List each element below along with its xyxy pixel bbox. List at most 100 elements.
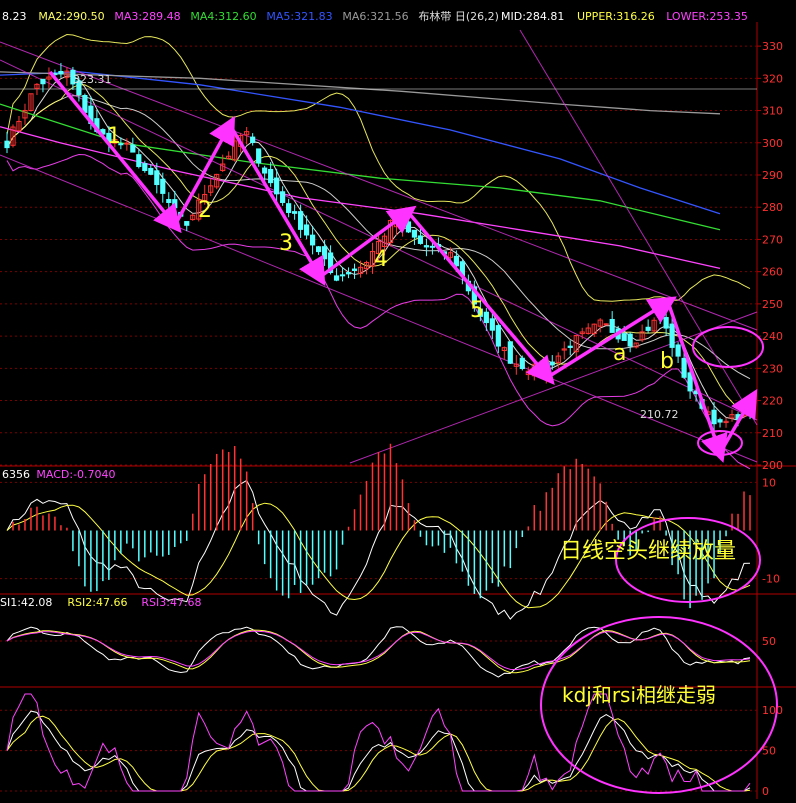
- macd-annotation: 日线空头继续放量: [560, 539, 736, 564]
- kdj-annotation: kdj和rsi相继走弱: [562, 683, 716, 707]
- candle-body: [40, 78, 46, 85]
- price-tick-label: 300: [762, 137, 783, 150]
- wave-label-3: 3: [279, 231, 293, 256]
- candle-body: [4, 140, 10, 149]
- candle-body: [303, 224, 310, 236]
- candle-body: [286, 203, 292, 213]
- candle-body: [345, 272, 352, 275]
- candle-body: [711, 409, 717, 425]
- circle-marker-price: [692, 326, 764, 368]
- labels-layer: 200 210 220 2 3 0 240 250 260 270 280 290 300 310 320 3…: [0, 9, 783, 798]
- candle-body: [423, 245, 430, 248]
- price-tick-label: 280: [762, 201, 783, 214]
- candle-body: [519, 357, 525, 370]
- rsi-header-2: RSI3:47.68: [141, 596, 201, 609]
- high-price-label: 323.31: [73, 73, 112, 86]
- candle-body: [681, 357, 687, 378]
- candle-body: [333, 275, 340, 281]
- low-price-label: 210.72: [640, 408, 679, 421]
- candle-body: [567, 345, 573, 348]
- candle-body: [411, 229, 418, 238]
- price-tick-label: 210: [762, 427, 783, 440]
- candle-body: [268, 168, 274, 184]
- price-tick-label: 320: [762, 72, 783, 85]
- candle-body: [627, 333, 633, 347]
- candle-body: [489, 318, 495, 331]
- header-item-1: MA2:290.50: [38, 10, 104, 23]
- candle-body: [621, 333, 627, 341]
- wave-label-2: 2: [198, 198, 212, 223]
- candle-body: [645, 326, 651, 331]
- price-tick-label: 260: [762, 266, 783, 279]
- candle-body: [675, 344, 681, 357]
- candle-body: [184, 221, 190, 226]
- wave-label-b: b: [660, 349, 674, 374]
- macd-header-0: 6356: [2, 468, 30, 481]
- candle-body: [250, 136, 256, 144]
- candle-body: [663, 317, 669, 329]
- header-item-2: MA3:289.48: [114, 10, 180, 23]
- price-tick-label: 330: [762, 40, 783, 53]
- header-item-5: MA6:321.56: [342, 10, 408, 23]
- stock-chart: 200 210 220 2 3 0 240 250 260 270 280 290 300 310 320 3…: [0, 0, 796, 799]
- candle-body: [154, 170, 160, 186]
- candle-body: [298, 211, 304, 230]
- candle-body: [292, 211, 298, 214]
- candle-body: [495, 325, 501, 347]
- candle-body: [262, 167, 268, 174]
- candle-body: [717, 419, 723, 423]
- candle-body: [417, 235, 424, 244]
- candle-body: [351, 268, 358, 271]
- price-tick-label: 270: [762, 233, 783, 246]
- price-tick-label: 200: [762, 459, 783, 472]
- wave-label-4: 4: [374, 247, 388, 272]
- macd-header-1: MACD:-0.7040: [36, 468, 115, 481]
- header-item-0: 8.23: [2, 10, 27, 23]
- header-item-9: LOWER:253.35: [666, 10, 748, 23]
- header-item-7: MID:284.81: [501, 10, 564, 23]
- candle-body: [136, 154, 142, 167]
- candle-body: [609, 318, 615, 333]
- header-item-4: MA5:321.83: [266, 10, 332, 23]
- candle-body: [166, 199, 172, 203]
- wave-arrow: [666, 301, 728, 463]
- candle-body: [256, 148, 262, 164]
- header-item-6: 布林带 日(26,2): [418, 9, 499, 23]
- wave-arrow: [547, 296, 677, 379]
- header-item-3: MA4:312.60: [190, 10, 256, 23]
- candle-body: [142, 163, 148, 172]
- price-tick-label: 240: [762, 330, 783, 343]
- candle-body: [507, 341, 513, 364]
- kdj-tick-label: 100: [762, 704, 783, 717]
- macd-tick-label: -10: [762, 573, 780, 586]
- wave-label-1: 1: [107, 124, 121, 149]
- candle-body: [58, 70, 64, 75]
- candle-body: [82, 94, 88, 113]
- candle-body: [339, 274, 346, 277]
- kdj-k-line: [6, 710, 751, 792]
- price-tick-label: 290: [762, 169, 783, 182]
- rsi-header-1: RSI2:47.66: [67, 596, 127, 609]
- price-tick-label: 220: [762, 395, 783, 408]
- candle-body: [315, 246, 322, 253]
- candle-body: [309, 234, 316, 246]
- candle-body: [429, 245, 436, 248]
- candle-body: [274, 177, 280, 195]
- rsi-header-0: SI1:42.08: [0, 596, 52, 609]
- candle-body: [549, 361, 555, 366]
- candle-body: [130, 144, 136, 153]
- candle-body: [160, 178, 166, 194]
- kdj-j-line: [6, 693, 751, 792]
- kdj-tick-label: 50: [762, 745, 776, 758]
- price-tick-label: 310: [762, 105, 783, 118]
- price-tick-label: 250: [762, 298, 783, 311]
- wave-label-5: 5: [470, 298, 484, 323]
- candle-body: [405, 221, 412, 233]
- header-item-8: UPPER:316.26: [577, 10, 655, 23]
- chart-svg: 200 210 220 2 3 0 240 250 260 270 280 290 300 310 320 3…: [0, 9, 796, 799]
- candle-body: [124, 142, 130, 145]
- rsi-tick-label: 50: [762, 635, 776, 648]
- wave-label-a: a: [613, 341, 626, 366]
- kdj-tick-label: 0: [762, 785, 769, 798]
- candle-body: [453, 255, 459, 267]
